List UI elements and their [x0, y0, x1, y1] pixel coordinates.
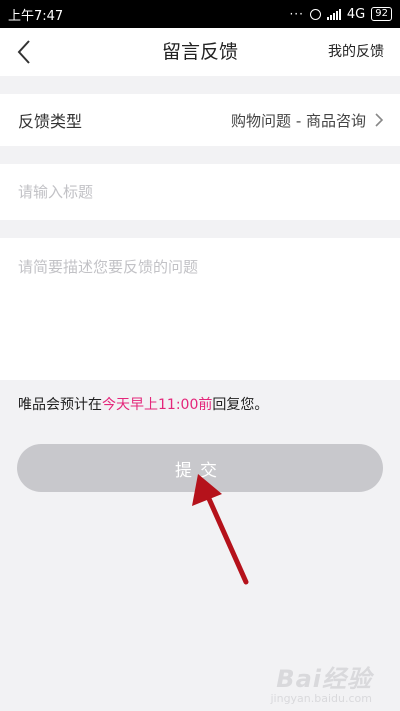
- title-input[interactable]: [0, 164, 400, 220]
- eta-suffix: 回复您。: [212, 397, 269, 413]
- feedback-type-row[interactable]: 反馈类型 购物问题 - 商品咨询: [0, 94, 400, 146]
- reply-eta-text: 唯品会预计在今天早上11:00前回复您。: [18, 394, 268, 414]
- signal-icon: [326, 8, 341, 20]
- nav-bar: 留言反馈 我的反馈: [0, 28, 400, 76]
- status-bar: 上午7:47 ··· 4G 92: [0, 0, 400, 28]
- alarm-icon: [309, 8, 321, 20]
- battery-icon: 92: [371, 7, 392, 21]
- my-feedback-link[interactable]: 我的反馈: [328, 28, 384, 76]
- watermark-site: jingyan.baidu.com: [270, 692, 372, 705]
- eta-prefix: 唯品会预计在: [18, 397, 102, 413]
- feedback-type-selector[interactable]: 购物问题 - 商品咨询: [231, 110, 384, 131]
- network-type: 4G: [346, 6, 366, 22]
- feedback-type-value: 购物问题 - 商品咨询: [231, 111, 366, 130]
- notification-dots: ···: [289, 7, 304, 21]
- feedback-type-label: 反馈类型: [18, 112, 83, 131]
- description-textarea[interactable]: [0, 238, 400, 380]
- watermark-logo: Bai经验: [276, 665, 372, 693]
- baidu-watermark: Bai经验 jingyan.baidu.com: [270, 659, 372, 705]
- chevron-right-icon: [375, 113, 384, 127]
- status-icons: ··· 4G 92: [289, 7, 392, 22]
- annotation-arrow-icon: [192, 474, 249, 585]
- eta-highlight: 今天早上11:00前: [102, 397, 213, 413]
- status-time: 上午7:47: [8, 8, 64, 24]
